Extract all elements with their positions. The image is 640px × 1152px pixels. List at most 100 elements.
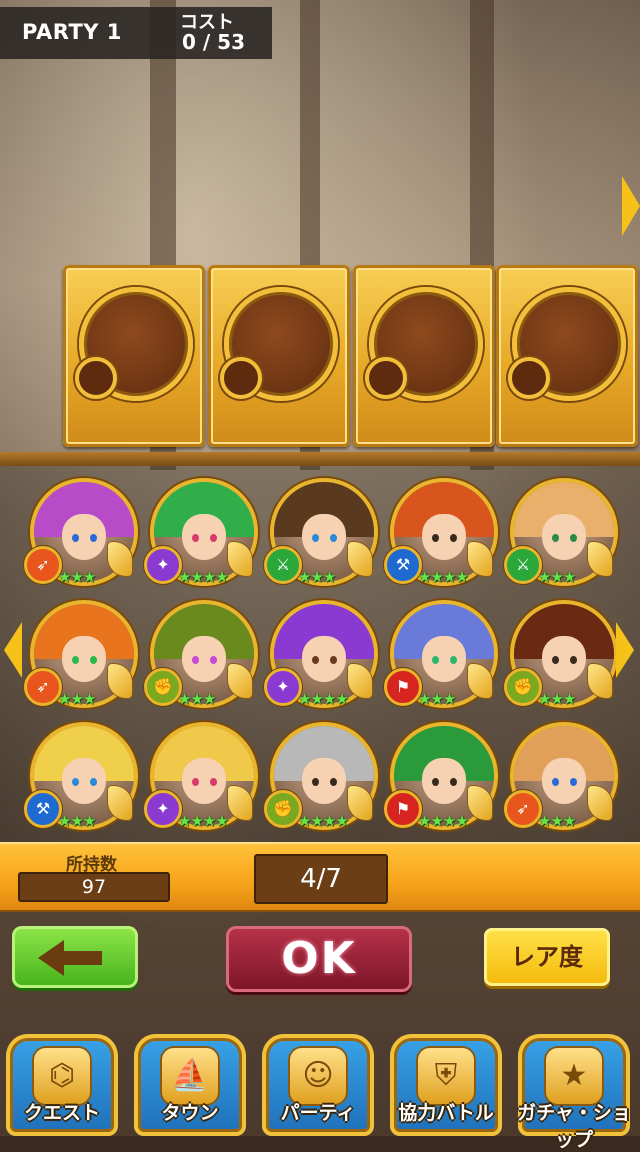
character-eye [90,656,97,664]
fist-icon: ✊ [264,790,302,828]
quest-map-icon: ⌬ [34,1048,90,1104]
character-eye [450,778,457,786]
slot-attr-ring [220,357,262,399]
character-eye [450,534,457,542]
character-card[interactable]: ✊ ★★★ [144,598,258,714]
rarity-stars: ★★★ [418,690,456,708]
character-eye [330,534,337,542]
bow-icon: ➶ [24,546,62,584]
rarity-sort-button[interactable]: レア度 [484,928,610,986]
character-card[interactable]: ⚔ ★★★ [264,476,378,592]
character-eye [432,656,439,664]
prev-page-arrow-icon[interactable] [4,622,22,678]
character-face [182,758,226,804]
slot-attr-ring [75,357,117,399]
nav-label: タウン [161,1102,219,1124]
rarity-stars: ★★★ [538,568,576,586]
rarity-stars: ★★★ [178,690,216,708]
character-eye [570,534,577,542]
rarity-stars: ★★★★ [298,690,349,708]
rarity-stars: ★★★ [538,690,576,708]
owned-count-value: 97 [18,872,170,902]
nav-item[interactable]: ⌬ クエスト [6,1034,118,1136]
bow-icon: ➶ [504,790,542,828]
rarity-stars: ★★★★ [178,812,229,830]
nav-label: パーティ [280,1102,356,1124]
character-card[interactable]: ⚒ ★★★★ [384,476,498,592]
rarity-stars: ★★★ [58,690,96,708]
character-card[interactable]: ➶ ★★★ [24,598,138,714]
cost-value: 0 / 53 [182,30,245,54]
staff-icon: ✦ [144,790,182,828]
character-face [302,758,346,804]
ok-button[interactable]: OK [226,926,412,992]
nav-item[interactable]: ⛨ 協力バトル [390,1034,502,1136]
character-face [542,636,586,682]
staff-icon: ✦ [144,546,182,584]
character-eye [570,656,577,664]
character-face [62,758,106,804]
character-card[interactable]: ⚒ ★★★ [24,720,138,836]
character-eye [330,656,337,664]
character-face [422,758,466,804]
next-page-arrow-icon[interactable] [616,622,634,678]
character-card[interactable]: ⚔ ★★★ [504,476,618,592]
next-party-arrow-icon[interactable] [622,176,640,236]
character-face [62,514,106,560]
character-card[interactable]: ✦ ★★★★ [144,720,258,836]
character-face [182,514,226,560]
character-face [542,514,586,560]
character-card[interactable]: ✦ ★★★★ [144,476,258,592]
character-card[interactable]: ✦ ★★★★ [264,598,378,714]
rarity-stars: ★★★★ [418,568,469,586]
slot-attr-ring [365,357,407,399]
rarity-stars: ★★★ [58,812,96,830]
character-face [182,636,226,682]
character-eye [312,656,319,664]
sword-icon: ⚔ [504,546,542,584]
character-eye [192,534,199,542]
character-card[interactable]: ✊ ★★★ [504,598,618,714]
shelf-divider [0,452,640,466]
slot-attr-ring [508,357,550,399]
axe-icon: ⚒ [384,546,422,584]
nav-item[interactable]: ☺ パーティ [262,1034,374,1136]
character-eye [330,778,337,786]
character-card[interactable]: ⚑ ★★★★ [384,720,498,836]
character-card[interactable]: ⚑ ★★★ [384,598,498,714]
nav-item[interactable]: ⛵ タウン [134,1034,246,1136]
character-face [302,636,346,682]
party-label: PARTY 1 [22,20,122,44]
character-eye [90,534,97,542]
party-slot-4[interactable] [496,265,638,447]
back-arrow-icon [38,940,64,976]
back-arrow-shaft [62,951,102,965]
character-eye [210,778,217,786]
character-eye [192,778,199,786]
sword-icon: ⚔ [264,546,302,584]
character-eye [432,778,439,786]
party-slot-1[interactable] [63,265,205,447]
rarity-stars: ★★★ [58,568,96,586]
party-slot-2[interactable] [208,265,350,447]
character-eye [72,534,79,542]
back-button[interactable] [12,926,138,988]
character-eye [312,778,319,786]
coop-battle-shield-icon: ⛨ [418,1048,474,1104]
staff-icon: ✦ [264,668,302,706]
character-eye [90,778,97,786]
character-eye [312,534,319,542]
character-eye [552,534,559,542]
character-eye [210,656,217,664]
rarity-stars: ★★★ [298,568,336,586]
nav-item[interactable]: ★ ガチャ・ショップ [517,1034,631,1151]
rarity-stars: ★★★★ [418,812,469,830]
character-eye [552,656,559,664]
character-card[interactable]: ➶ ★★★ [24,476,138,592]
character-card[interactable]: ✊ ★★★★ [264,720,378,836]
character-eye [450,656,457,664]
character-card[interactable]: ➶ ★★★ [504,720,618,836]
character-face [302,514,346,560]
party-slot-3[interactable] [353,265,495,447]
character-face [542,758,586,804]
